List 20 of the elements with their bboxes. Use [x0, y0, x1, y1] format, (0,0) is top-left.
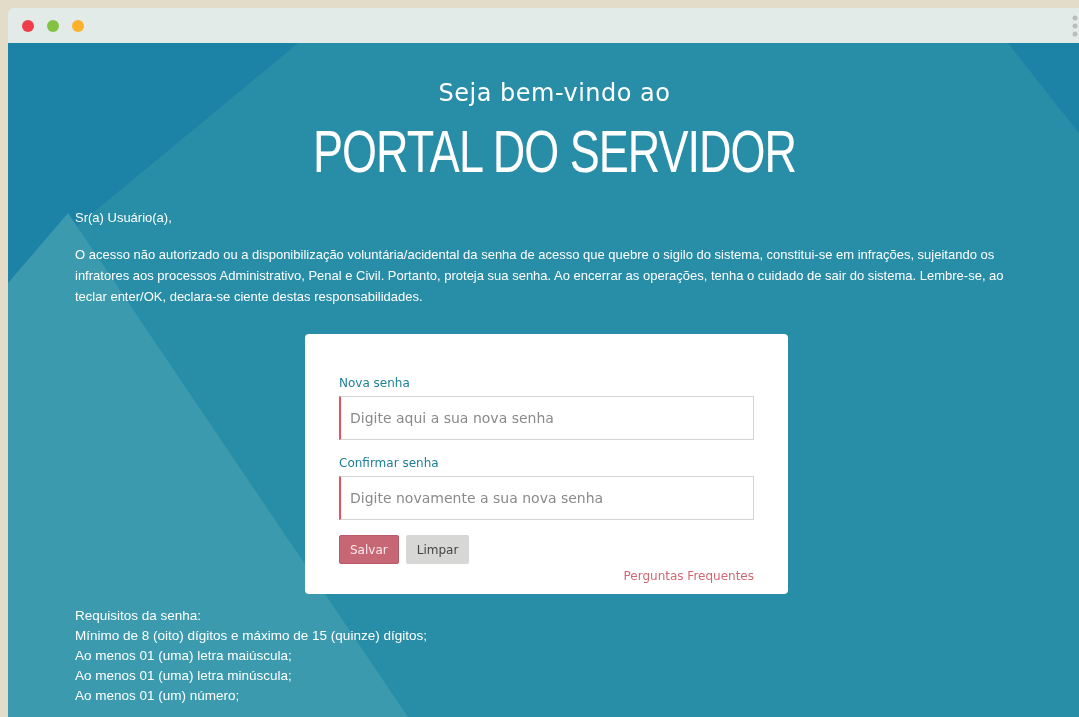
window-control-button[interactable]: [22, 19, 34, 32]
requirement-text: Ao menos 01 (um) número;: [75, 687, 241, 705]
requirement-text: Ao menos 01 (uma) letra minúscula;: [75, 667, 293, 685]
window-control-button[interactable]: [47, 19, 59, 32]
portal-title: PORTAL DO SERVIDOR: [312, 117, 797, 187]
save-button[interactable]: Salvar: [339, 535, 399, 564]
paragraph: Sr(a) Usuário(a),: [75, 209, 173, 227]
welcome-text: Seja bem-vindo ao: [437, 79, 672, 107]
password-field[interactable]: Digite novamente a sua nova senha: [339, 476, 754, 520]
more-icon[interactable]: [1072, 14, 1078, 37]
field-label: Confirmar senha: [339, 456, 440, 470]
requirement-text: Ao menos 01 (uma) letra maiúscula;: [75, 647, 293, 665]
window-control-button[interactable]: [72, 19, 84, 32]
clear-button[interactable]: Limpar: [405, 535, 470, 564]
faq-link[interactable]: Perguntas Frequentes: [623, 569, 754, 583]
field-label: Nova senha: [339, 376, 411, 390]
paragraph: O acesso não autorizado ou a disponibilização voluntária/acidental da senha de acesso que quebre o sigilo do sistema, constitui-se em infrações, sujeitando os infratores aos processos Administrativo, Penal e Civil. Portanto, proteja sua senha. Ao encerrar as operações, tenha o cuidado de sair do sistema. Lembre-se, ao teclar enter/OK, declara-se ciente destas responsabilidades.: [75, 246, 1005, 306]
password-field[interactable]: Digite aqui a sua nova senha: [339, 396, 754, 440]
requirement-text: Requisitos da senha:: [75, 607, 203, 625]
requirement-text: Mínimo de 8 (oito) dígitos e máximo de 15 (quinze) dígitos;: [75, 627, 428, 645]
